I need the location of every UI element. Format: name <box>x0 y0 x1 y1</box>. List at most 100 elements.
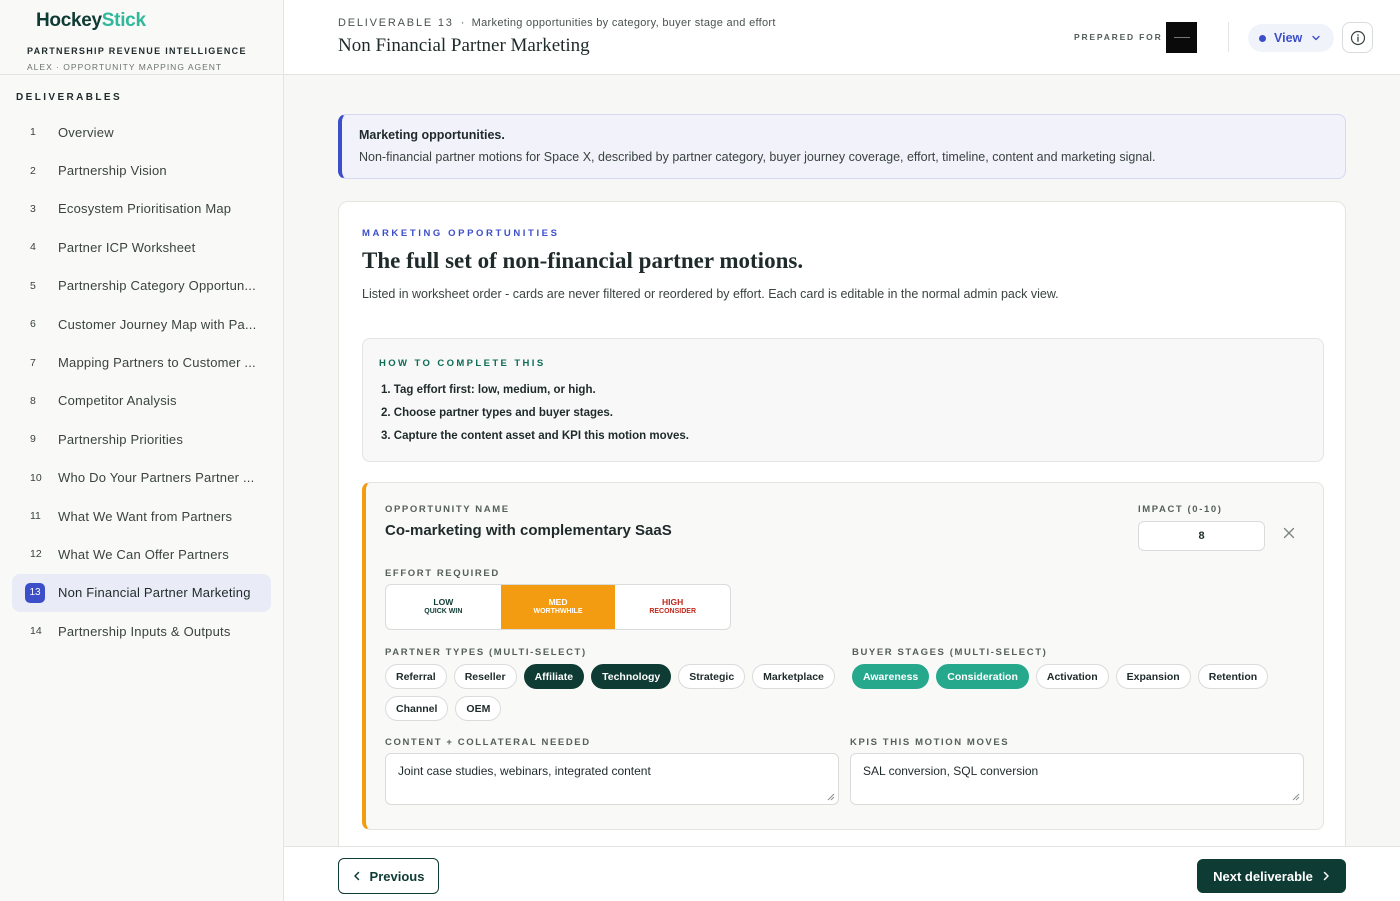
next-deliverable-button[interactable]: Next deliverable <box>1197 859 1346 893</box>
buyer-stage-chip-activation[interactable]: Activation <box>1035 664 1109 689</box>
sidebar-item-8[interactable]: 8 Competitor Analysis <box>12 382 271 420</box>
how-to-step: 2. Choose partner types and buyer stages… <box>381 407 613 419</box>
partner-type-chip-marketplace[interactable]: Marketplace <box>752 664 835 689</box>
section-description: Listed in worksheet order - cards are ne… <box>362 287 1059 301</box>
buyer-stages-label: BUYER STAGES (MULTI-SELECT) <box>852 647 1048 658</box>
sidebar-item-5[interactable]: 5 Partnership Category Opportun... <box>12 267 271 305</box>
opportunity-card: OPPORTUNITY NAME Co-marketing with compl… <box>362 482 1324 830</box>
sidebar-item-number: 13 <box>12 582 58 603</box>
sidebar-item-number: 11 <box>30 510 41 523</box>
chevron-right-icon <box>1323 871 1329 881</box>
info-icon <box>1350 30 1365 45</box>
sidebar: HockeyStick PARTNERSHIP REVENUE INTELLIG… <box>0 0 284 901</box>
sidebar-item-14[interactable]: 14 Partnership Inputs & Outputs <box>12 612 271 650</box>
resize-handle-icon[interactable] <box>827 793 835 801</box>
sidebar-item-10[interactable]: 10 Who Do Your Partners Partner ... <box>12 459 271 497</box>
sidebar-item-11[interactable]: 11 What We Want from Partners <box>12 497 271 535</box>
kpis-textarea[interactable]: SAL conversion, SQL conversion <box>850 753 1304 805</box>
status-dot-icon <box>1259 34 1266 42</box>
section-eyebrow: MARKETING OPPORTUNITIES <box>362 228 560 239</box>
sidebar-item-label: Overview <box>58 124 114 140</box>
content-textarea[interactable]: Joint case studies, webinars, integrated… <box>385 753 839 805</box>
chevron-down-icon <box>1312 35 1320 41</box>
page-title: Non Financial Partner Marketing <box>338 35 590 56</box>
opportunity-name[interactable]: Co-marketing with complementary SaaS <box>385 522 672 539</box>
partner-type-chip-referral[interactable]: Referral <box>385 664 447 689</box>
sidebar-item-2[interactable]: 2 Partnership Vision <box>12 151 271 189</box>
effort-low-button[interactable]: LOW QUICK WIN <box>386 585 501 629</box>
client-logo <box>1166 22 1197 53</box>
sidebar-item-number: 5 <box>30 279 36 292</box>
effort-selector: LOW QUICK WIN MED WORTHWHILE HIGH RECONSIDE… <box>385 584 731 630</box>
sidebar-item-label: Partnership Inputs & Outputs <box>58 623 231 639</box>
notice-body: Non-financial partner motions for Space … <box>359 150 1156 164</box>
agent-label: ALEX · OPPORTUNITY MAPPING AGENT <box>27 62 223 72</box>
partner-type-chip-strategic[interactable]: Strategic <box>678 664 746 689</box>
impact-label: IMPACT (0-10) <box>1138 504 1223 515</box>
prepared-for-label: PREPARED FOR <box>1074 32 1163 42</box>
impact-input[interactable]: 8 <box>1138 521 1265 551</box>
opportunities-card: MARKETING OPPORTUNITIES The full set of … <box>338 201 1346 901</box>
main-content: Marketing opportunities. Non-financial p… <box>284 75 1400 901</box>
opportunity-name-label: OPPORTUNITY NAME <box>385 504 510 515</box>
section-title: The full set of non-financial partner mo… <box>362 248 804 273</box>
close-icon[interactable] <box>1283 527 1295 539</box>
sidebar-item-13[interactable]: 13 Non Financial Partner Marketing <box>12 573 271 613</box>
buyer-stage-chip-awareness[interactable]: Awareness <box>852 664 930 689</box>
info-notice: Marketing opportunities. Non-financial p… <box>338 114 1346 179</box>
sidebar-item-number: 7 <box>30 356 36 369</box>
partner-type-chip-channel[interactable]: Channel <box>385 696 449 721</box>
sidebar-item-label: Non Financial Partner Marketing <box>58 585 251 601</box>
resize-handle-icon[interactable] <box>1292 793 1300 801</box>
sidebar-item-number: 9 <box>30 433 36 446</box>
sidebar-item-number: 4 <box>30 241 36 254</box>
sidebar-item-label: Partnership Vision <box>58 163 167 179</box>
breadcrumb-description: Marketing opportunities by category, buy… <box>471 17 776 29</box>
how-to-heading: HOW TO COMPLETE THIS <box>379 358 546 369</box>
sidebar-item-4[interactable]: 4 Partner ICP Worksheet <box>12 228 271 266</box>
sidebar-item-label: Who Do Your Partners Partner ... <box>58 470 255 486</box>
buyer-stage-chip-expansion[interactable]: Expansion <box>1115 664 1191 689</box>
breadcrumb: DELIVERABLE 13 · Marketing opportunities b… <box>338 17 776 29</box>
how-to-steps: 1. Tag effort first: low, medium, or hig… <box>381 384 689 453</box>
partner-type-chip-technology[interactable]: Technology <box>591 664 672 689</box>
deliverables-nav: 1 Overview 2 Partnership Vision 3 Ecosystem P… <box>12 113 271 650</box>
sidebar-item-label: Mapping Partners to Customer ... <box>58 355 256 371</box>
sidebar-item-number: 8 <box>30 394 36 407</box>
buyer-stages-chips: Awareness Consideration Activation Expansio… <box>852 664 1302 689</box>
partner-type-chip-affiliate[interactable]: Affiliate <box>523 664 585 689</box>
footer-bar: Previous Next deliverable <box>284 846 1400 901</box>
how-to-panel: HOW TO COMPLETE THIS 1. Tag effort first… <box>362 338 1324 462</box>
partner-type-chip-reseller[interactable]: Reseller <box>453 664 517 689</box>
brand: HockeyStick PARTNERSHIP REVENUE INTELLIG… <box>0 0 283 75</box>
view-mode-button[interactable]: View <box>1248 24 1334 52</box>
sidebar-item-label: What We Want from Partners <box>58 508 233 524</box>
page-header: DELIVERABLE 13 · Marketing opportunities b… <box>284 0 1400 75</box>
partner-type-chip-oem[interactable]: OEM <box>455 696 502 721</box>
effort-high-button[interactable]: HIGH RECONSIDER <box>615 585 730 629</box>
sidebar-item-number: 6 <box>30 318 36 331</box>
buyer-stage-chip-retention[interactable]: Retention <box>1197 664 1269 689</box>
sidebar-item-label: Ecosystem Prioritisation Map <box>58 201 232 217</box>
chevron-left-icon <box>353 871 359 881</box>
buyer-stage-chip-consideration[interactable]: Consideration <box>936 664 1029 689</box>
kpis-label: KPIS THIS MOTION MOVES <box>850 737 1010 748</box>
sidebar-item-label: What We Can Offer Partners <box>58 546 229 562</box>
hockeystick-logo[interactable]: HockeyStick <box>36 10 283 32</box>
sidebar-item-6[interactable]: 6 Customer Journey Map with Pa... <box>12 305 271 343</box>
effort-med-button[interactable]: MED WORTHWHILE <box>500 585 616 629</box>
deliverables-heading: DELIVERABLES <box>16 92 123 103</box>
sidebar-item-label: Partnership Category Opportun... <box>58 278 256 294</box>
sidebar-item-9[interactable]: 9 Partnership Priorities <box>12 420 271 458</box>
sidebar-item-1[interactable]: 1 Overview <box>12 113 271 151</box>
sidebar-item-12[interactable]: 12 What We Can Offer Partners <box>12 535 271 573</box>
sidebar-item-number: 12 <box>30 548 42 561</box>
previous-button[interactable]: Previous <box>338 858 439 894</box>
sidebar-item-label: Partnership Priorities <box>58 431 184 447</box>
sidebar-item-3[interactable]: 3 Ecosystem Prioritisation Map <box>12 190 271 228</box>
content-label: CONTENT + COLLATERAL NEEDED <box>385 737 591 748</box>
partner-types-label: PARTNER TYPES (MULTI-SELECT) <box>385 647 587 658</box>
info-button[interactable] <box>1342 22 1373 53</box>
notice-title: Marketing opportunities. <box>359 128 505 142</box>
sidebar-item-7[interactable]: 7 Mapping Partners to Customer ... <box>12 343 271 381</box>
